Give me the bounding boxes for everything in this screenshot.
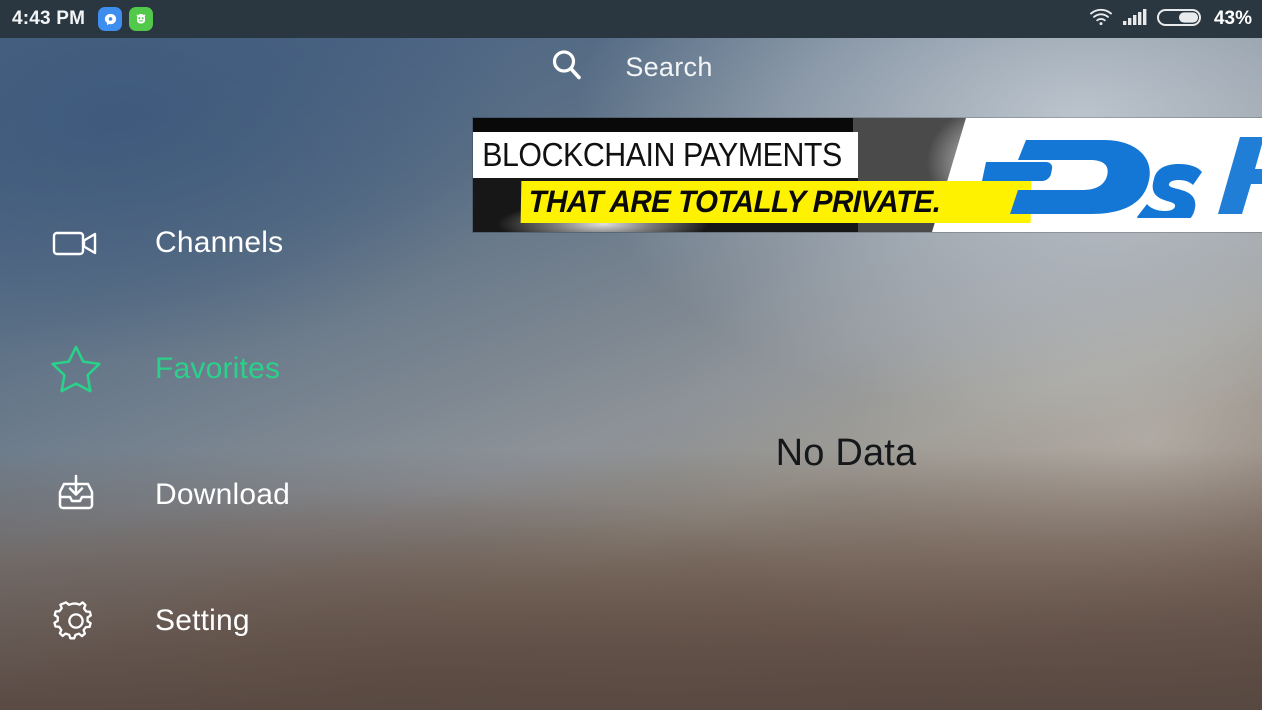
sidebar-item-setting-label: Setting xyxy=(155,604,250,637)
star-icon xyxy=(50,343,102,395)
dash-logo-icon xyxy=(968,132,1262,218)
search-icon[interactable] xyxy=(549,47,585,88)
video-camera-icon xyxy=(50,217,102,269)
sidebar-item-channels[interactable]: Channels xyxy=(0,180,430,306)
cellular-signal-icon xyxy=(1122,8,1148,31)
banner-headline-line2: THAT ARE TOTALLY PRIVATE. xyxy=(520,181,1032,223)
status-bar-indicators: 43% xyxy=(1089,7,1252,32)
download-tray-icon xyxy=(50,469,102,521)
banner-headline-line1: BLOCKCHAIN PAYMENTS xyxy=(473,132,858,178)
battery-percentage: 43% xyxy=(1213,8,1252,29)
wifi-icon xyxy=(1089,8,1113,31)
search-bar[interactable]: Search xyxy=(0,38,1262,96)
sidebar-item-download[interactable]: Download xyxy=(0,432,430,558)
sidebar-item-favorites[interactable]: Favorites xyxy=(0,306,430,432)
gear-icon xyxy=(50,595,102,647)
search-label[interactable]: Search xyxy=(625,52,712,83)
sidebar-item-setting[interactable]: Setting xyxy=(0,558,430,684)
status-bar: 4:43 PM 43% xyxy=(0,0,1262,38)
content-panel: No Data xyxy=(430,232,1262,710)
banner-advertisement[interactable]: BLOCKCHAIN PAYMENTS THAT ARE TOTALLY PRI… xyxy=(473,118,1262,232)
banner-headline-line1-text: BLOCKCHAIN PAYMENTS xyxy=(482,136,842,173)
sidebar-item-download-label: Download xyxy=(155,478,291,511)
empty-state-text: No Data xyxy=(775,432,917,474)
messenger-app-icon xyxy=(98,7,123,31)
banner-headline-line2-text: THAT ARE TOTALLY PRIVATE. xyxy=(528,184,941,219)
app-screen: 4:43 PM 43% Search BLOCKCHAIN PAYMENTS T… xyxy=(0,0,1262,710)
battery-icon xyxy=(1156,7,1203,32)
sidebar-item-channels-label: Channels xyxy=(155,226,284,259)
sidebar-menu: Channels Favorites Download Setting xyxy=(0,180,430,684)
notification-icons xyxy=(98,7,154,31)
sidebar-item-favorites-label: Favorites xyxy=(155,352,281,385)
green-robot-app-icon xyxy=(129,7,154,31)
status-bar-clock: 4:43 PM xyxy=(12,8,86,29)
